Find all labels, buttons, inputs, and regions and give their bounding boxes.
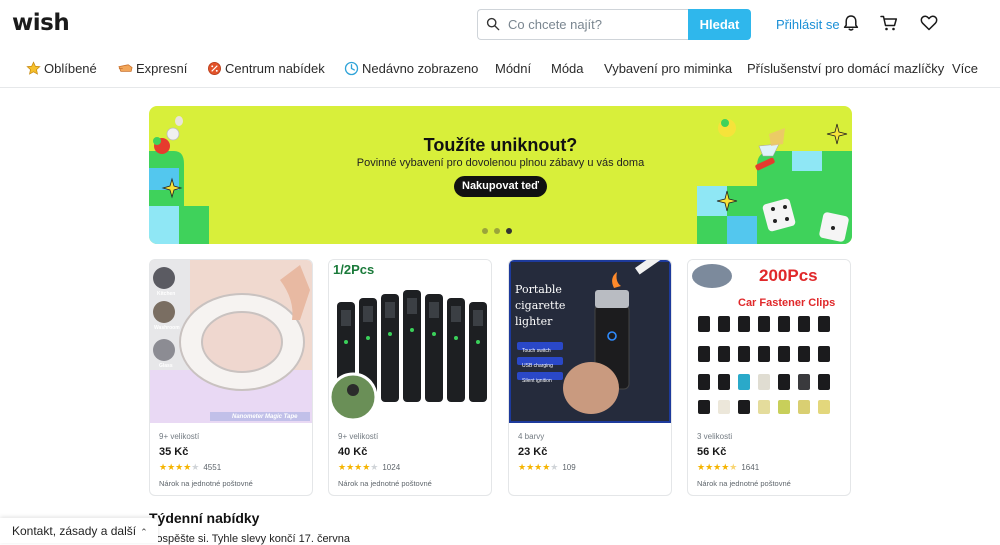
shipping-note: Nárok na jednotné poštovné bbox=[159, 479, 253, 488]
nav-item-deals[interactable]: Centrum nabídek bbox=[207, 61, 325, 76]
banner-title: Toužíte uniknout? bbox=[423, 135, 578, 155]
nav-item-label: Módní bbox=[495, 61, 532, 76]
product-price: 35 Kč bbox=[159, 446, 189, 458]
product-rating: ★★★★★ 4551 bbox=[159, 462, 221, 473]
product-card[interactable]: 1/2Pcs 9+ velikostí 40 Kč ★★★★★ 1024 Nár… bbox=[328, 259, 492, 496]
shipping-note: Nárok na jednotné poštovné bbox=[697, 479, 791, 488]
nav-item-label: Nedávno zobrazeno bbox=[362, 61, 479, 76]
review-count: 1024 bbox=[382, 463, 401, 472]
nav-item-label: Více bbox=[952, 61, 979, 76]
banner-subtitle: Povinné vybavení pro dovolenou plnou záb… bbox=[356, 157, 645, 169]
product-rating: ★★★★★ 109 bbox=[518, 462, 576, 473]
product-card[interactable]: Portable cigarette lighter Touch switch … bbox=[508, 259, 672, 496]
shipping-note: Nárok na jednotné poštovné bbox=[338, 479, 432, 488]
nav-item-label: Centrum nabídek bbox=[225, 61, 325, 76]
image-caption: 1/2Pcs bbox=[333, 262, 375, 277]
nav-item-label: Vybavení pro miminka bbox=[604, 61, 733, 76]
search-input[interactable] bbox=[508, 10, 683, 39]
product-variants: 3 velikosti bbox=[697, 432, 733, 441]
weekly-deals-subtitle: Pospěšte si. Tyhle slevy končí 17. červn… bbox=[149, 533, 350, 545]
header: wish Hledat Přihlásit se bbox=[0, 0, 1000, 50]
rating-stars: ★★★★★ bbox=[338, 462, 379, 472]
nav-item-favorites[interactable]: Oblíbené bbox=[26, 61, 97, 76]
star-icon bbox=[26, 61, 41, 75]
nav-item-express[interactable]: Expresní bbox=[118, 61, 187, 76]
search-button[interactable]: Hledat bbox=[688, 9, 751, 40]
promo-banner[interactable]: Toužíte uniknout? Povinné vybavení pro d… bbox=[149, 106, 852, 244]
product-price: 56 Kč bbox=[697, 446, 727, 458]
nav-item-label: Móda bbox=[551, 61, 584, 76]
nav-item-label: Příslušenství pro domácí mazlíčky bbox=[747, 61, 945, 76]
image-caption: Nanometer Magic Tape bbox=[232, 414, 298, 420]
image-label: Kitchen bbox=[157, 291, 176, 297]
review-count: 1641 bbox=[741, 463, 760, 472]
nav-item-moda[interactable]: Móda bbox=[551, 61, 584, 76]
product-variants: 4 barvy bbox=[518, 432, 545, 441]
product-card[interactable]: 200Pcs Car Fastener Clips 3 velikosti 56… bbox=[687, 259, 851, 496]
bell-icon[interactable] bbox=[841, 13, 861, 33]
footer-toggle[interactable]: Kontakt, zásady a další ⌃ bbox=[0, 518, 158, 543]
image-caption: 200Pcs bbox=[759, 266, 818, 285]
footer-label: Kontakt, zásady a další bbox=[12, 524, 137, 538]
carousel-dot[interactable] bbox=[494, 228, 500, 234]
image-label: Glass bbox=[159, 363, 173, 369]
nav-item-pets[interactable]: Příslušenství pro domácí mazlíčky bbox=[747, 61, 944, 76]
image-label: Touch switch bbox=[522, 348, 551, 354]
weekly-deals-title: Týdenní nabídky bbox=[149, 510, 260, 526]
product-price: 23 Kč bbox=[518, 446, 548, 458]
product-variants: 9+ velikostí bbox=[159, 432, 200, 441]
product-image bbox=[150, 260, 312, 423]
rating-stars: ★★★★★ bbox=[518, 462, 559, 472]
wish-logo[interactable]: wish bbox=[12, 10, 70, 36]
nav-item-recent[interactable]: Nedávno zobrazeno bbox=[344, 61, 478, 76]
product-card[interactable]: Kitchen Washroom Glass Nanometer Magic T… bbox=[149, 259, 313, 496]
cart-icon[interactable] bbox=[879, 13, 899, 33]
board-game-right-illustration bbox=[697, 119, 852, 244]
login-link[interactable]: Přihlásit se bbox=[776, 17, 840, 32]
search-icon bbox=[486, 17, 500, 31]
carousel-dot[interactable] bbox=[482, 228, 488, 234]
nav-item-more[interactable]: Více bbox=[952, 61, 978, 76]
rating-stars: ★★★★★ bbox=[697, 462, 738, 472]
image-caption: Portable cigarette lighter bbox=[515, 283, 566, 328]
board-game-left-illustration bbox=[149, 116, 209, 244]
nav-item-fashion[interactable]: Módní bbox=[495, 61, 531, 76]
truck-icon bbox=[118, 64, 133, 72]
rating-stars: ★★★★★ bbox=[159, 462, 200, 472]
heart-icon[interactable] bbox=[919, 13, 939, 33]
nav-item-baby[interactable]: Vybavení pro miminka bbox=[604, 61, 732, 76]
product-rating: ★★★★★ 1024 bbox=[338, 462, 400, 473]
chevron-up-icon: ⌃ bbox=[140, 527, 148, 537]
review-count: 4551 bbox=[203, 463, 222, 472]
carousel-dots bbox=[482, 228, 512, 234]
image-subcaption: Car Fastener Clips bbox=[738, 297, 836, 309]
search-box[interactable] bbox=[477, 9, 689, 40]
carousel-dot-active[interactable] bbox=[506, 228, 512, 234]
nav-item-label: Oblíbené bbox=[44, 61, 97, 76]
image-label: Silent ignition bbox=[522, 378, 552, 384]
clock-icon bbox=[344, 61, 359, 76]
product-rating: ★★★★★ 1641 bbox=[697, 462, 759, 473]
product-image bbox=[329, 260, 491, 423]
nav-item-label: Expresní bbox=[136, 61, 188, 76]
shop-now-button[interactable]: Nakupovat teď bbox=[454, 176, 547, 197]
product-price: 40 Kč bbox=[338, 446, 368, 458]
image-label: Washroom bbox=[154, 325, 180, 331]
product-variants: 9+ velikostí bbox=[338, 432, 379, 441]
category-nav: Oblíbené Expresní Centrum nabídek Nedávn… bbox=[0, 50, 1000, 88]
image-label: USB charging bbox=[522, 363, 553, 369]
deal-badge-icon bbox=[208, 62, 221, 75]
review-count: 109 bbox=[562, 463, 576, 472]
